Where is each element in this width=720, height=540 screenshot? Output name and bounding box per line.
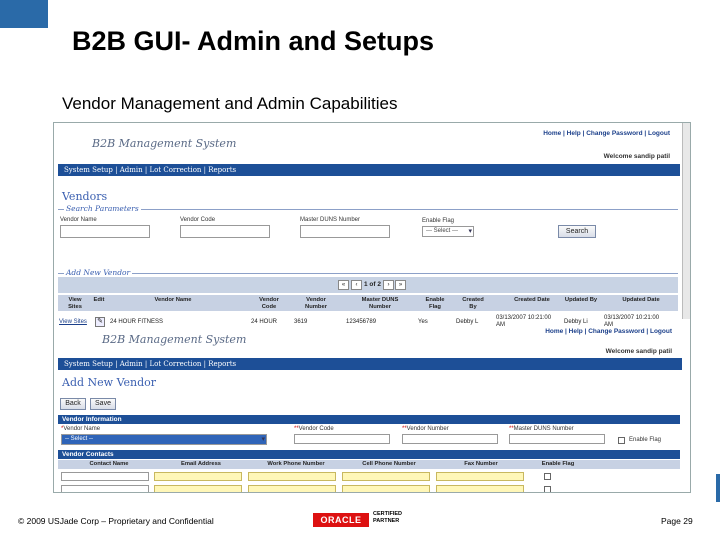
- cell-updated-by: Debby Li: [564, 319, 588, 325]
- enable-flag-label-2: Enable Flag: [629, 437, 662, 443]
- page-indicator: 1 of 2: [364, 281, 381, 288]
- add-vendor-screenshot: B2B Management System Home | Help | Chan…: [54, 327, 690, 492]
- footer-copyright: © 2009 USJade Corp – Proprietary and Con…: [18, 516, 214, 526]
- app-title-2: B2B Management System: [102, 333, 247, 346]
- vendor-contacts-header: Vendor Contacts: [58, 450, 680, 459]
- duns-label: Master DUNS Number: [300, 217, 361, 223]
- edge-accent: [716, 474, 720, 502]
- email-input[interactable]: [154, 485, 242, 492]
- col-view-sites[interactable]: View Sites: [62, 297, 88, 310]
- col-contact-enable-flag[interactable]: Enable Flag: [528, 461, 588, 468]
- search-parameters: Search Parameters: [58, 204, 678, 269]
- col-duns[interactable]: Master DUNS Number: [354, 297, 406, 310]
- email-input[interactable]: [154, 472, 242, 481]
- cell-phone-input[interactable]: [342, 472, 430, 481]
- col-cell-phone[interactable]: Cell Phone Number: [346, 461, 432, 468]
- cell-phone-input[interactable]: [342, 485, 430, 492]
- slide-title: B2B GUI- Admin and Setups: [72, 26, 435, 56]
- add-vendor-title: Add New Vendor: [62, 376, 157, 389]
- app-title: B2B Management System: [92, 137, 237, 150]
- main-nav-2[interactable]: System Setup | Admin | Lot Correction | …: [58, 358, 682, 370]
- col-email[interactable]: Email Address: [158, 461, 244, 468]
- duns-input[interactable]: [300, 225, 390, 238]
- contact-name-input[interactable]: [61, 485, 149, 492]
- partner-badge: CERTIFIED PARTNER: [373, 511, 402, 524]
- add-new-vendor-link[interactable]: Add New Vendor: [64, 268, 133, 277]
- vendor-name-input[interactable]: [60, 225, 150, 238]
- partner-line-1: CERTIFIED: [373, 511, 403, 517]
- duns-input-2[interactable]: [509, 434, 605, 444]
- prev-page-icon[interactable]: ‹: [351, 280, 362, 290]
- contact-name-input[interactable]: [61, 472, 149, 481]
- top-links[interactable]: Home | Help | Change Password | Logout: [543, 130, 670, 137]
- work-phone-input[interactable]: [248, 485, 336, 492]
- col-edit[interactable]: Edit: [92, 297, 106, 304]
- vendor-name-select[interactable]: -- Select --: [61, 434, 267, 445]
- partner-line-2: PARTNER: [373, 517, 400, 524]
- vendor-number-label: **Vendor Number: [402, 426, 449, 432]
- col-enable-flag[interactable]: Enable Flag: [422, 297, 448, 310]
- col-fax[interactable]: Fax Number: [438, 461, 524, 468]
- col-vendor-name[interactable]: Vendor Name: [138, 297, 208, 304]
- enable-flag-checkbox[interactable]: [618, 437, 625, 444]
- fax-input[interactable]: [436, 485, 524, 492]
- corner-accent: [0, 0, 48, 28]
- view-sites-link[interactable]: View Sites: [59, 319, 87, 326]
- welcome-text: Welcome sandip patil: [603, 153, 670, 160]
- col-updated-by[interactable]: Updated By: [564, 297, 598, 304]
- work-phone-input[interactable]: [248, 472, 336, 481]
- vendor-information-header: Vendor Information: [58, 415, 680, 424]
- col-created-by[interactable]: Created By: [458, 297, 488, 310]
- cell-vendor-name: 24 HOUR FITNESS: [110, 319, 164, 325]
- contact-enable-checkbox[interactable]: [544, 473, 551, 480]
- welcome-text-2: Welcome sandip patil: [605, 348, 672, 355]
- screenshot-panel: B2B Management System Home | Help | Chan…: [53, 122, 691, 493]
- vendor-code-input[interactable]: [180, 225, 270, 238]
- back-button[interactable]: Back: [60, 398, 86, 410]
- search-button[interactable]: Search: [558, 225, 596, 238]
- col-vendor-number[interactable]: Vendor Number: [298, 297, 334, 310]
- edit-icon[interactable]: ✎: [95, 317, 105, 327]
- cell-vendor-number: 3619: [294, 319, 308, 325]
- oracle-logo: ORACLE: [313, 513, 369, 527]
- col-updated-date[interactable]: Updated Date: [610, 297, 672, 304]
- next-page-icon[interactable]: ›: [383, 280, 394, 290]
- enable-flag-label: Enable Flag: [422, 218, 455, 224]
- duns-label-2: **Master DUNS Number: [509, 426, 574, 432]
- main-nav[interactable]: System Setup | Admin | Lot Correction | …: [58, 164, 680, 176]
- cell-duns: 123456789: [346, 319, 377, 325]
- vendor-table-header: View Sites Edit Vendor Name Vendor Code …: [58, 295, 678, 311]
- pager-bar: « ‹ 1 of 2 › »: [58, 277, 678, 293]
- col-work-phone[interactable]: Work Phone Number: [250, 461, 342, 468]
- col-vendor-code[interactable]: Vendor Code: [254, 297, 284, 310]
- page-number: Page 29: [661, 516, 693, 526]
- cell-vendor-code: 24 HOUR: [251, 319, 278, 325]
- cell-created-by: Debby L: [456, 319, 479, 325]
- fax-input[interactable]: [436, 472, 524, 481]
- first-page-icon[interactable]: «: [338, 280, 349, 290]
- contact-enable-checkbox[interactable]: [544, 486, 551, 492]
- section-title: Vendors: [62, 190, 108, 203]
- search-legend: Search Parameters: [64, 204, 141, 213]
- last-page-icon[interactable]: »: [395, 280, 406, 290]
- cell-enable-flag: Yes: [418, 319, 428, 325]
- vertical-scrollbar[interactable]: [682, 123, 690, 319]
- top-links-2[interactable]: Home | Help | Change Password | Logout: [545, 328, 672, 335]
- vendor-number-input[interactable]: [402, 434, 498, 444]
- vendor-name-label-2: *Vendor Name: [61, 426, 101, 432]
- save-button[interactable]: Save: [90, 398, 116, 410]
- enable-flag-select[interactable]: --- Select ---: [422, 226, 474, 237]
- vendor-code-input-2[interactable]: [294, 434, 390, 444]
- col-created-date[interactable]: Created Date: [504, 297, 560, 304]
- contacts-table-header: Contact Name Email Address Work Phone Nu…: [58, 460, 680, 469]
- vendor-code-label: Vendor Code: [180, 217, 216, 223]
- slide-subtitle: Vendor Management and Admin Capabilities: [62, 94, 398, 113]
- vendor-code-label-2: **Vendor Code: [294, 426, 334, 432]
- col-contact-name[interactable]: Contact Name: [66, 461, 152, 468]
- vendor-name-label: Vendor Name: [60, 217, 97, 223]
